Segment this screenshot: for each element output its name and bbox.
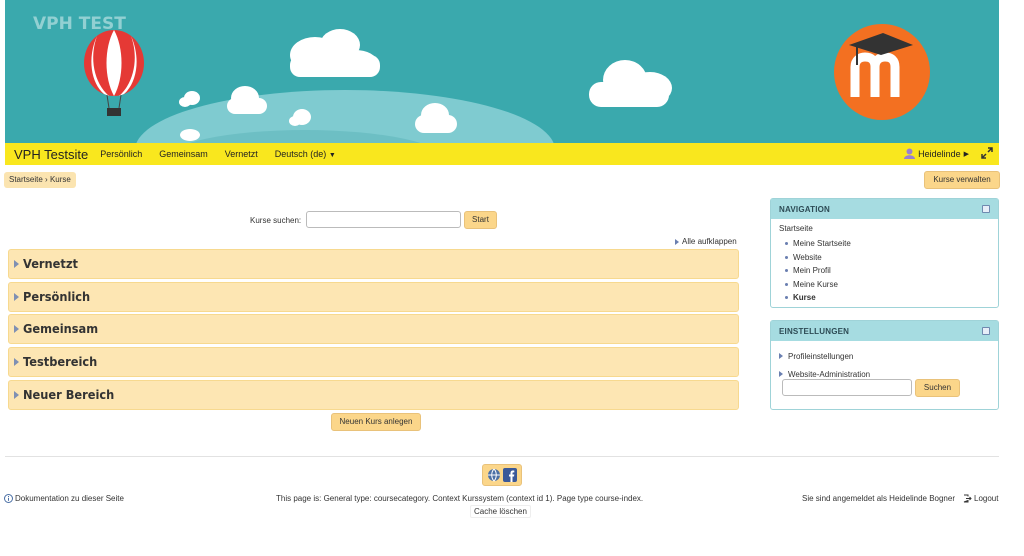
site-brand-link[interactable]: VPH Testsite <box>14 147 88 162</box>
settings-block: EINSTELLUNGEN Profileinstellungen Websit… <box>770 320 999 410</box>
expand-all-label: Alle aufklappen <box>682 237 737 246</box>
settings-block-header: EINSTELLUNGEN <box>771 321 998 341</box>
logout-label: Logout <box>974 494 999 503</box>
expand-screen-icon[interactable] <box>981 147 993 159</box>
hot-air-balloon-icon <box>84 30 144 116</box>
facebook-icon[interactable] <box>503 468 517 482</box>
nav-root-startseite[interactable]: Startseite <box>779 224 990 237</box>
category-persoenlich[interactable]: Persönlich <box>8 282 739 312</box>
caret-right-icon <box>779 353 783 359</box>
category-title[interactable]: Testbereich <box>23 355 97 369</box>
settings-item-label: Website-Administration <box>788 369 871 379</box>
dock-icon[interactable] <box>982 205 990 213</box>
caret-right-icon <box>779 371 783 377</box>
settings-block-title: EINSTELLUNGEN <box>779 326 850 336</box>
bullet-icon <box>785 282 788 286</box>
category-vernetzt[interactable]: Vernetzt <box>8 249 739 279</box>
caret-right-icon <box>14 293 19 301</box>
breadcrumb-separator: › <box>45 175 48 184</box>
nav-item-label: Kurse <box>793 293 816 303</box>
purge-cache-link[interactable]: Cache löschen <box>470 505 531 518</box>
category-title[interactable]: Vernetzt <box>23 257 78 271</box>
category-title[interactable]: Gemeinsam <box>23 322 98 336</box>
site-watermark: VPH TEST <box>33 14 126 34</box>
nav-link-vernetzt[interactable]: Vernetzt <box>225 149 258 159</box>
settings-item-label: Profileinstellungen <box>788 351 854 361</box>
header-banner: VPH TEST <box>5 0 999 143</box>
course-search-label: Kurse suchen: <box>250 216 302 225</box>
info-icon <box>4 494 13 503</box>
caret-right-icon <box>14 391 19 399</box>
category-title[interactable]: Neuer Bereich <box>23 388 114 402</box>
breadcrumb-home-link[interactable]: Startseite <box>9 175 43 184</box>
admin-search-input[interactable] <box>782 379 912 396</box>
nav-link-persoenlich[interactable]: Persönlich <box>100 149 142 159</box>
navigation-block-title: NAVIGATION <box>779 204 831 214</box>
manage-courses-button[interactable]: Kurse verwalten <box>924 171 1000 189</box>
user-icon <box>904 148 916 159</box>
bullet-icon <box>785 255 788 259</box>
breadcrumb-current[interactable]: Kurse <box>50 175 71 184</box>
page-info-text: This page is: General type: coursecatego… <box>276 494 644 503</box>
breadcrumb: Startseite › Kurse <box>4 172 76 188</box>
login-info-text: Sie sind angemeldet als Heidelinde Bogne… <box>802 494 955 503</box>
category-testbereich[interactable]: Testbereich <box>8 347 739 377</box>
social-links <box>482 464 522 486</box>
course-search-input[interactable] <box>306 211 461 228</box>
top-navbar: VPH Testsite Persönlich Gemeinsam Vernet… <box>5 143 999 165</box>
globe-icon[interactable] <box>487 468 501 482</box>
new-course-button[interactable]: Neuen Kurs anlegen <box>331 413 421 431</box>
dock-icon[interactable] <box>982 327 990 335</box>
nav-item-label: Website <box>793 252 822 262</box>
nav-item-label: Meine Startseite <box>793 239 851 249</box>
caret-right-icon <box>675 238 679 245</box>
search-start-button[interactable]: Start <box>464 211 497 229</box>
nav-item-meine-startseite[interactable]: Meine Startseite <box>785 237 990 251</box>
nav-item-website[interactable]: Website <box>785 251 990 265</box>
nav-item-meine-kurse[interactable]: Meine Kurse <box>785 278 990 292</box>
documentation-link[interactable]: Dokumentation zu dieser Seite <box>4 494 124 503</box>
documentation-label: Dokumentation zu dieser Seite <box>15 494 124 503</box>
user-name: Heidelinde <box>918 148 961 159</box>
logout-link[interactable]: Logout <box>963 494 998 503</box>
language-label: Deutsch (de) <box>274 149 327 159</box>
caret-right-icon <box>14 358 19 366</box>
admin-search-button[interactable]: Suchen <box>915 379 960 397</box>
language-menu[interactable]: Deutsch (de) ▼ <box>275 149 336 159</box>
settings-item-profile[interactable]: Profileinstellungen <box>779 347 990 365</box>
chevron-down-icon: ▼ <box>328 152 336 159</box>
caret-right-icon <box>14 260 19 268</box>
navigation-block-header: NAVIGATION <box>771 199 998 219</box>
chevron-right-icon: ▶ <box>963 150 969 158</box>
caret-right-icon <box>14 325 19 333</box>
bullet-icon <box>785 296 788 300</box>
expand-all-link[interactable]: Alle aufklappen <box>675 237 737 246</box>
moodle-logo-icon <box>834 24 930 120</box>
category-gemeinsam[interactable]: Gemeinsam <box>8 314 739 344</box>
bullet-icon <box>785 242 788 246</box>
user-menu[interactable]: Heidelinde ▶ <box>904 148 969 159</box>
category-title[interactable]: Persönlich <box>23 290 90 304</box>
footer-divider <box>5 456 999 457</box>
nav-link-gemeinsam[interactable]: Gemeinsam <box>159 149 208 159</box>
bullet-icon <box>785 269 788 273</box>
logout-icon <box>963 494 972 503</box>
category-neuer-bereich[interactable]: Neuer Bereich <box>8 380 739 410</box>
nav-item-label: Meine Kurse <box>793 279 838 289</box>
nav-item-label: Mein Profil <box>793 266 831 276</box>
nav-item-mein-profil[interactable]: Mein Profil <box>785 264 990 278</box>
nav-item-kurse[interactable]: Kurse <box>785 291 990 305</box>
navigation-block: NAVIGATION Startseite Meine Startseite W… <box>770 198 999 308</box>
